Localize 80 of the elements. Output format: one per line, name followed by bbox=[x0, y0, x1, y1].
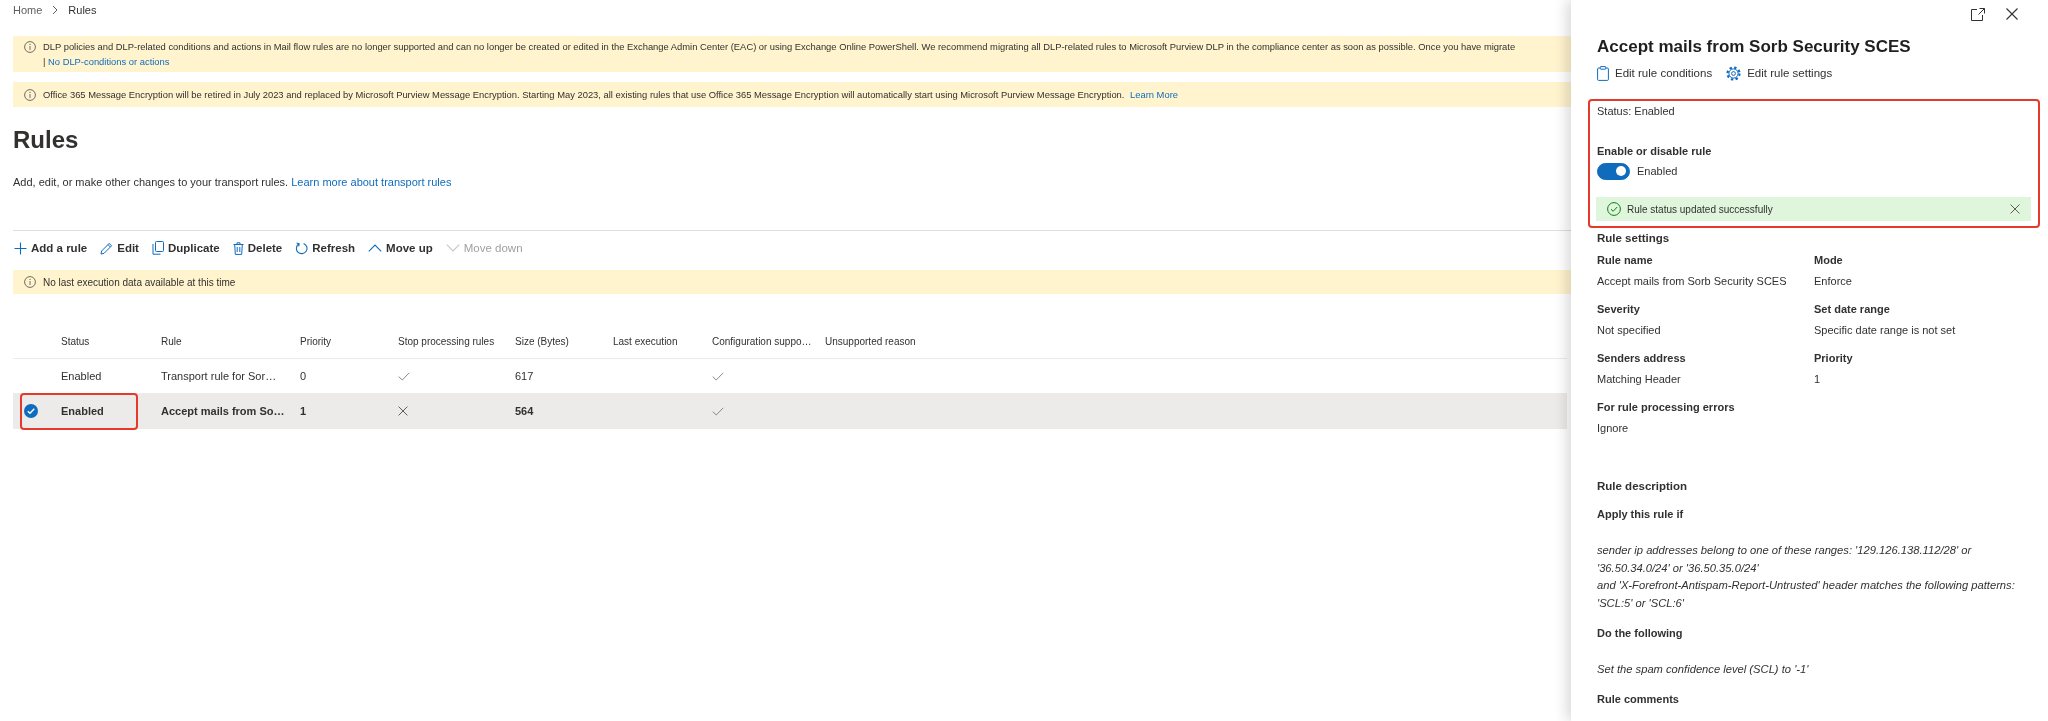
column-header[interactable]: Size (Bytes) bbox=[515, 335, 613, 347]
table-cell: 0 bbox=[300, 370, 307, 382]
add-rule-button[interactable]: Add a rule bbox=[13, 241, 89, 255]
table-cell: Accept mails from So… bbox=[161, 405, 285, 417]
check-circle-icon[interactable] bbox=[24, 404, 38, 418]
toggle-switch[interactable] bbox=[1597, 162, 1630, 180]
delete-button[interactable]: Delete bbox=[231, 241, 284, 255]
column-header[interactable]: Stop processing rules bbox=[398, 335, 515, 347]
info-icon bbox=[24, 88, 36, 101]
check-circle-icon bbox=[1607, 202, 1621, 216]
setting-value: Specific date range is not set bbox=[1814, 323, 1957, 338]
refresh-button[interactable]: Refresh bbox=[294, 241, 357, 255]
copy-icon bbox=[151, 241, 164, 255]
setting-label: Mode bbox=[1814, 253, 1844, 268]
column-header[interactable]: Unsupported reason bbox=[825, 335, 1567, 347]
move-up-button[interactable]: Move up bbox=[367, 242, 434, 254]
toggle-label: Enabled bbox=[1637, 165, 1678, 177]
column-header[interactable]: Priority bbox=[300, 335, 398, 347]
section-heading: Rule description bbox=[1597, 479, 1689, 494]
close-icon[interactable] bbox=[2010, 204, 2020, 214]
gear-icon bbox=[1726, 65, 1742, 81]
table-cell: Transport rule for Sor… bbox=[161, 370, 277, 382]
notice-text: No last execution data available at this time bbox=[43, 276, 236, 288]
clause-heading: Apply this rule if bbox=[1597, 507, 1685, 522]
column-header[interactable]: Last execution bbox=[613, 335, 712, 347]
popout-icon[interactable] bbox=[1971, 7, 1985, 21]
edit-settings-button[interactable]: Edit rule settings bbox=[1726, 65, 1833, 81]
status-text: Status: Enabled bbox=[1597, 104, 1676, 119]
setting-label: Set date range bbox=[1814, 302, 1891, 317]
toggle-heading: Enable or disable rule bbox=[1597, 144, 1713, 159]
banner-message: DLP policies and DLP-related conditions and actions in Mail flow rules are no longer supported and can no longer be created or edited in the Exchange Admin Center (EAC) or using Exchange Online PowerShell. We recommend migrating all DLP-related rules to Microsoft Purview DLP in the compliance center as soon as possible. Once you have migrate | No DLP-conditions or actions bbox=[43, 40, 1516, 69]
table-cell: Enabled bbox=[61, 405, 104, 417]
column-header[interactable]: Configuration suppo… bbox=[712, 335, 825, 347]
setting-value: Enforce bbox=[1814, 274, 1853, 289]
clause-heading: Do the following bbox=[1597, 625, 1684, 641]
table-cell: 564 bbox=[515, 405, 534, 417]
banner-link[interactable]: Learn More bbox=[1130, 89, 1178, 100]
edit-conditions-button[interactable]: Edit rule conditions bbox=[1597, 65, 1713, 81]
trash-icon bbox=[232, 241, 244, 255]
setting-label: For rule processing errors bbox=[1597, 400, 1736, 415]
setting-value: Ignore bbox=[1597, 421, 1630, 436]
setting-label: Rule name bbox=[1597, 253, 1654, 268]
table-cell: Enabled bbox=[61, 370, 102, 382]
banner-link[interactable]: No DLP-conditions or actions bbox=[48, 56, 170, 67]
breadcrumb-item[interactable]: Home bbox=[13, 4, 43, 16]
column-header[interactable]: Rule bbox=[161, 335, 300, 347]
clause-text: and 'X-Forefront-Antispam-Report-Untrusted' header matches the following patterns: 'SCL:5' or 'SCL:6' bbox=[1597, 578, 2016, 612]
setting-value: 1 bbox=[1814, 372, 1822, 387]
duplicate-button[interactable]: Duplicate bbox=[150, 241, 221, 255]
banner-message: Office 365 Message Encryption will be retired in July 2023 and replaced by Microsoft Purview Message Encryption. Starting May 2023, all existing rules that use Office 365 Message Encryption will automatically start using Microsoft Purview Message Encryption. Learn More bbox=[43, 88, 1178, 102]
clause-heading: Rule comments bbox=[1597, 691, 1680, 707]
learn-more-link[interactable]: Learn more about transport rules bbox=[291, 176, 452, 188]
setting-label: Severity bbox=[1597, 302, 1641, 317]
clause-text: Set the spam confidence level (SCL) to '-1' bbox=[1597, 661, 1810, 677]
chevron-down-icon bbox=[445, 244, 460, 252]
setting-label: Senders address bbox=[1597, 351, 1687, 366]
table-cell: 1 bbox=[300, 405, 307, 417]
clipboard-icon bbox=[1597, 65, 1609, 81]
chevron-right-icon bbox=[52, 5, 59, 15]
page-description: Add, edit, or make other changes to your transport rules. Learn more about transport rules bbox=[13, 175, 453, 190]
breadcrumb-item[interactable]: Rules bbox=[68, 4, 97, 16]
page-title: Rules bbox=[13, 125, 80, 155]
chevron-up-icon bbox=[368, 244, 383, 252]
info-icon bbox=[24, 41, 36, 53]
setting-label: Priority bbox=[1814, 351, 1854, 366]
column-header[interactable]: Status bbox=[61, 335, 161, 347]
setting-value: Accept mails from Sorb Security SCES bbox=[1597, 274, 1788, 289]
panel-title: Accept mails from Sorb Security SCES bbox=[1597, 36, 1912, 58]
plus-icon bbox=[14, 241, 27, 255]
setting-value: Matching Header bbox=[1597, 372, 1682, 387]
setting-value: Not specified bbox=[1597, 323, 1662, 338]
section-heading: Rule settings bbox=[1597, 231, 1671, 246]
table-row[interactable]: Enabled Accept mails from So… 1 564 bbox=[13, 394, 1567, 429]
pencil-icon bbox=[100, 241, 114, 255]
edit-button[interactable]: Edit bbox=[99, 241, 140, 255]
table-cell: 617 bbox=[515, 370, 534, 382]
info-icon bbox=[24, 276, 36, 288]
message-text: Rule status updated successfully bbox=[1627, 203, 1774, 215]
refresh-icon bbox=[295, 241, 309, 255]
close-icon[interactable] bbox=[2006, 8, 2018, 20]
